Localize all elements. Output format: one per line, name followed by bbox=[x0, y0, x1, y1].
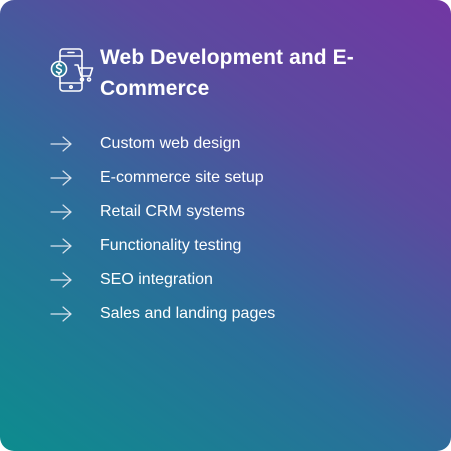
list-item-label: E-commerce site setup bbox=[100, 169, 264, 186]
list-item: Custom web design bbox=[50, 127, 430, 161]
feature-list: Custom web design E-commerce site setup … bbox=[50, 127, 430, 331]
list-item: Retail CRM systems bbox=[50, 195, 430, 229]
list-item: Functionality testing bbox=[50, 229, 430, 263]
list-item-label: Sales and landing pages bbox=[100, 305, 276, 322]
list-item-label: Custom web design bbox=[100, 135, 241, 152]
card-header: Web Development and E-Commerce bbox=[50, 42, 430, 106]
arrow-right-icon bbox=[50, 170, 72, 186]
mobile-shopping-icon bbox=[50, 48, 94, 94]
list-item-label: Functionality testing bbox=[100, 237, 242, 254]
arrow-right-icon bbox=[50, 204, 72, 220]
arrow-right-icon bbox=[50, 238, 72, 254]
list-item-label: SEO integration bbox=[100, 271, 213, 288]
arrow-right-icon bbox=[50, 272, 72, 288]
list-item: E-commerce site setup bbox=[50, 161, 430, 195]
list-item-label: Retail CRM systems bbox=[100, 203, 245, 220]
arrow-right-icon bbox=[50, 136, 72, 152]
service-card: Web Development and E-Commerce Custom we… bbox=[0, 0, 451, 451]
card-title: Web Development and E-Commerce bbox=[100, 46, 354, 100]
arrow-right-icon bbox=[50, 306, 72, 322]
list-item: Sales and landing pages bbox=[50, 297, 430, 331]
list-item: SEO integration bbox=[50, 263, 430, 297]
